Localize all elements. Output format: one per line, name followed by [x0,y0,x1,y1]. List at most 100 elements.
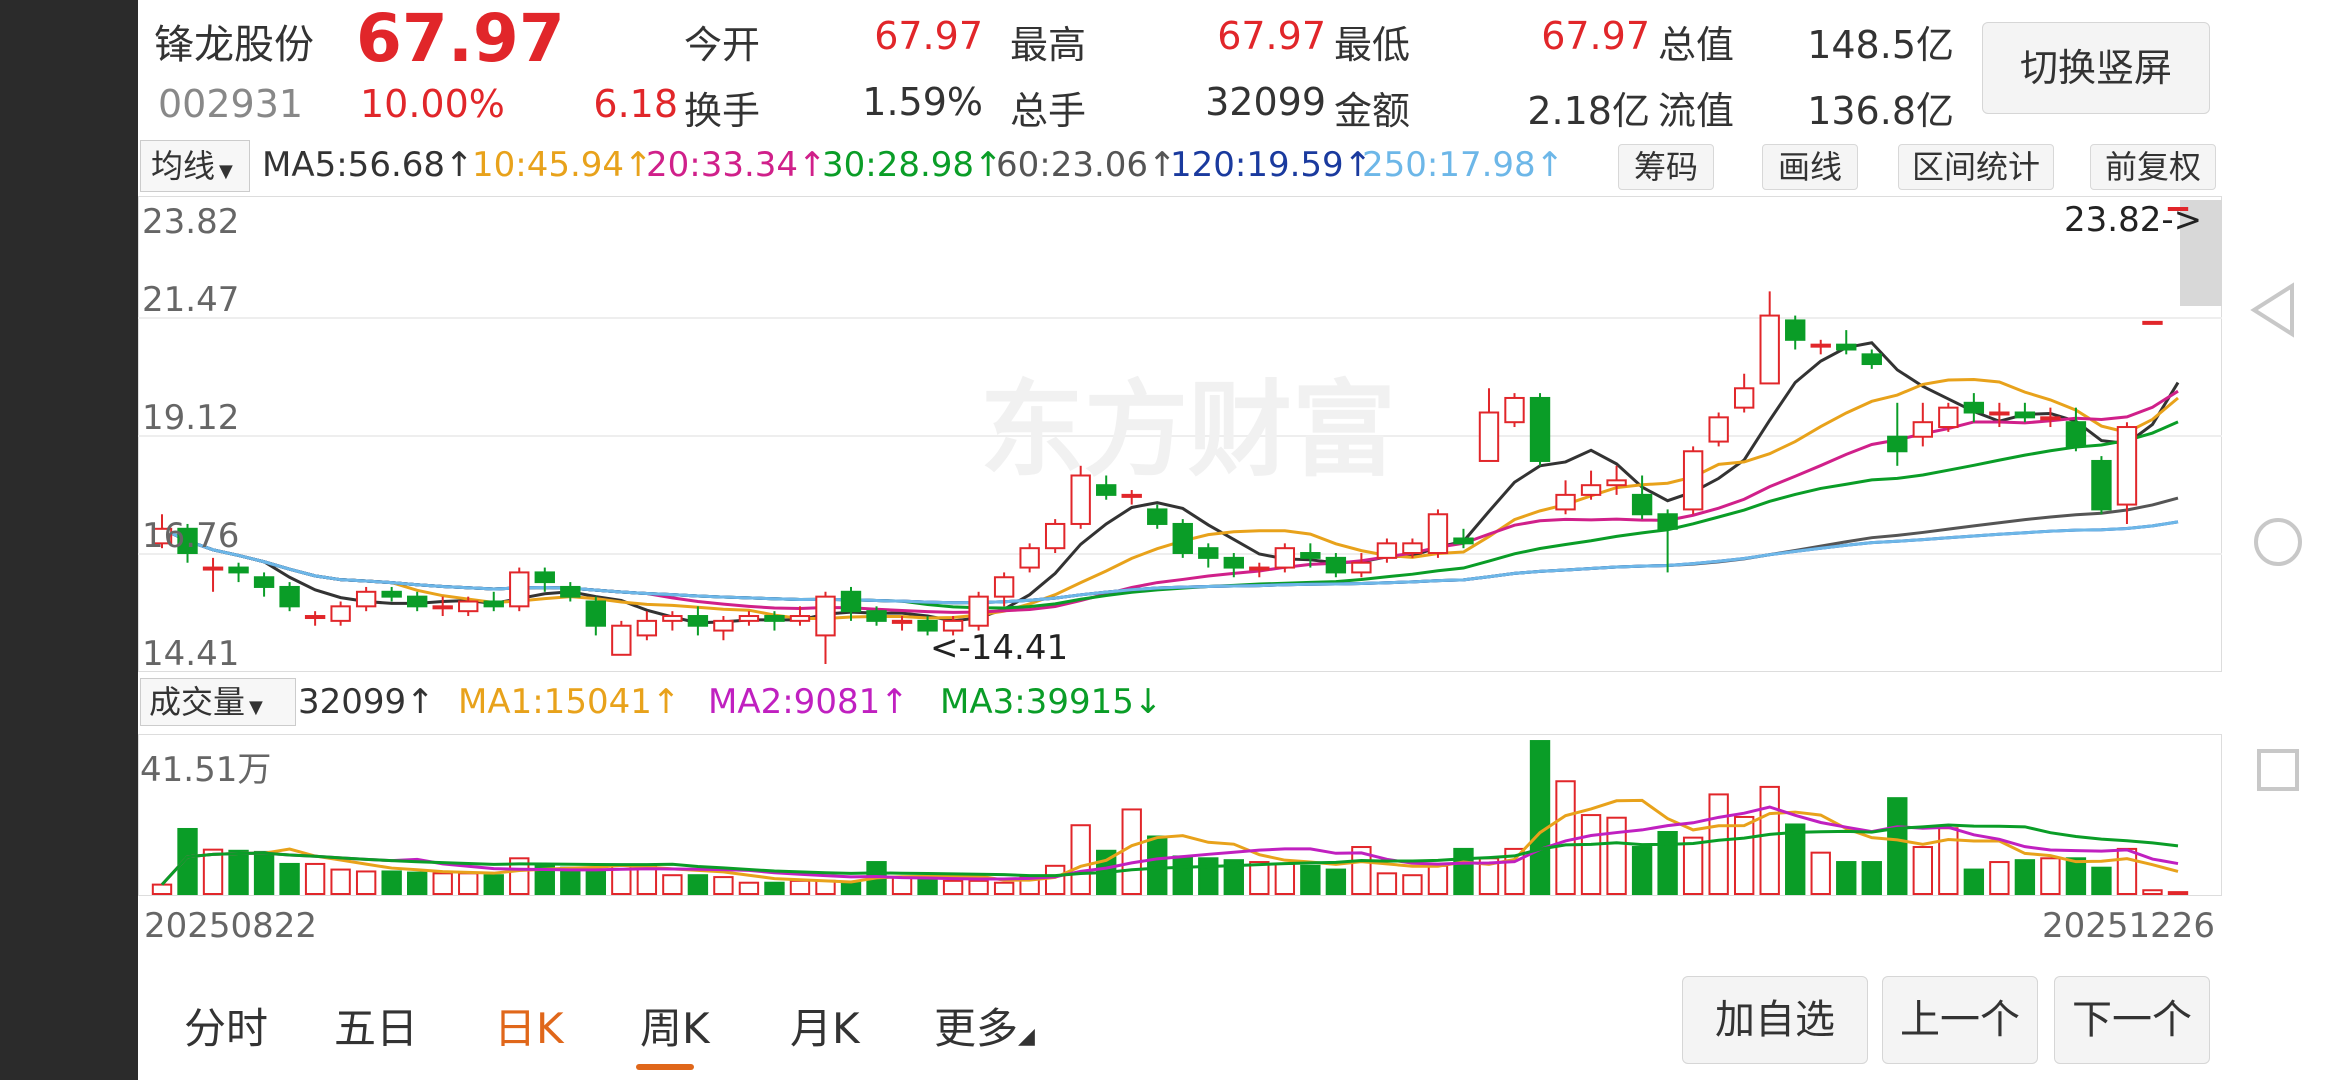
caret-down-icon: ▼ [249,697,263,718]
volume-bar [1121,808,1142,895]
volume-bar [279,862,300,895]
volume-chart[interactable]: 41.51万 [137,733,2223,897]
volume-bar [1989,861,2010,896]
volume-bar [1402,874,1423,896]
candle-body [1427,513,1449,555]
volume-axis-max: 41.51万 [140,750,272,790]
tab-weekly-k[interactable]: 周K [640,995,710,1056]
candle [1938,402,1959,432]
candle [279,582,300,612]
volume-bar [177,827,198,895]
candle-body [1555,493,1576,511]
candle-body [458,600,479,613]
price-axis-label: 14.41 [142,634,240,674]
ma-legend-ma10: 10:45.94↑ [472,145,653,185]
candle-body [585,600,607,627]
volume-bar [840,881,862,895]
volume-bar [662,874,683,896]
candle-body [1657,513,1678,530]
ma-selector[interactable]: 均线 ▼ [140,140,250,192]
chips-button[interactable]: 筹码 [1618,144,1714,190]
stock-price: 67.97 [356,0,565,77]
price-axis-label: 21.47 [142,280,240,320]
tab-intraday[interactable]: 分时 [184,995,268,1056]
volume-bar [2091,866,2112,895]
corner-arrow-icon: ◢ [1018,1024,1035,1049]
volume-bar [1580,814,1602,895]
volume-bar [942,879,964,895]
back-icon[interactable] [2248,280,2298,344]
volume-bar [1453,847,1474,896]
volume-bar [2040,857,2061,895]
volume-bar [789,879,811,895]
candle-body [1963,401,1985,414]
adjust-mode-button[interactable]: 前复权 [2090,144,2216,190]
switch-portrait-button[interactable]: 切换竖屏 [1982,22,2210,114]
volume-bar [993,881,1015,895]
volume-legend-current: 32099↑ [298,682,435,722]
candle-body [1504,396,1525,424]
draw-line-button[interactable]: 画线 [1762,144,1858,190]
volume-bar [1785,823,1806,895]
candle-body [1631,493,1653,516]
volume-bar [815,879,836,895]
candle-body [2091,459,2112,511]
next-stock-button[interactable]: 下一个 [2054,976,2210,1064]
volume-selector[interactable]: 成交量 ▼ [140,678,296,726]
candle-body [993,576,1015,598]
candle-body [1249,566,1270,571]
caret-down-icon: ▼ [219,161,233,182]
candle-body [662,615,683,622]
candle-body [509,571,530,608]
watermark: 东方财富 [980,369,1396,491]
candle-body [2116,426,2138,506]
volume-bar [713,876,734,895]
candle-body [1121,493,1142,498]
volume-bar [381,870,402,896]
tab-daily-k[interactable]: 日K [494,995,564,1056]
candle-body [713,619,734,632]
candle-body [1147,508,1168,525]
tab-more[interactable]: 更多◢ [934,995,1035,1056]
stat-value-high: 67.97 [1217,14,1326,58]
stat-label-total-hands: 总手 [1010,89,1087,133]
stat-label-high: 最高 [1010,23,1087,67]
ma-legend-ma5: MA5:56.68↑ [262,145,474,185]
date-start: 20250822 [144,906,318,946]
volume-bar [1631,846,1653,895]
volume-bar [458,872,479,895]
candle [2091,456,2112,515]
volume-bar [968,879,989,895]
stat-value-amount: 2.18亿 [1527,89,1650,133]
home-icon[interactable] [2252,516,2304,572]
app-area: 锋龙股份 67.97 002931 10.00% 6.18 今开 67.97 最… [137,0,2223,1080]
home-icon-svg [2254,518,2302,566]
volume-bar [1733,815,1755,895]
volume-bar [738,881,760,895]
back-icon-svg [2250,282,2294,338]
add-watchlist-button[interactable]: 加自选 [1682,976,1868,1064]
volume-bar [304,862,326,895]
tab-monthly-k[interactable]: 月K [790,995,860,1056]
recents-icon[interactable] [2256,748,2300,796]
stat-label-amount: 金额 [1334,89,1411,133]
candle [1070,465,1091,529]
candle-body [560,585,581,598]
candle [1019,543,1040,573]
volume-bar [1147,835,1168,895]
range-stats-button[interactable]: 区间统计 [1898,144,2054,190]
volume-legend-ma1: MA1:15041↑ [458,682,681,722]
volume-bar [1657,830,1678,895]
price-axis-label: 23.82 [142,202,240,242]
candle [2142,320,2163,325]
candle-body [1606,479,1627,487]
candle [509,567,530,612]
candle-body [1019,547,1040,569]
candle [1172,519,1193,558]
tab-five-day[interactable]: 五日 [334,995,418,1056]
previous-stock-button[interactable]: 上一个 [1882,976,2038,1064]
candlestick-chart[interactable]: 东方财富 23.82 21.47 19.12 16.76 14.41 23.82… [137,195,2223,674]
volume-bar [1606,816,1627,895]
ma-legend-ma250: 250:17.98↑ [1362,145,1565,185]
volume-bar [483,874,504,896]
